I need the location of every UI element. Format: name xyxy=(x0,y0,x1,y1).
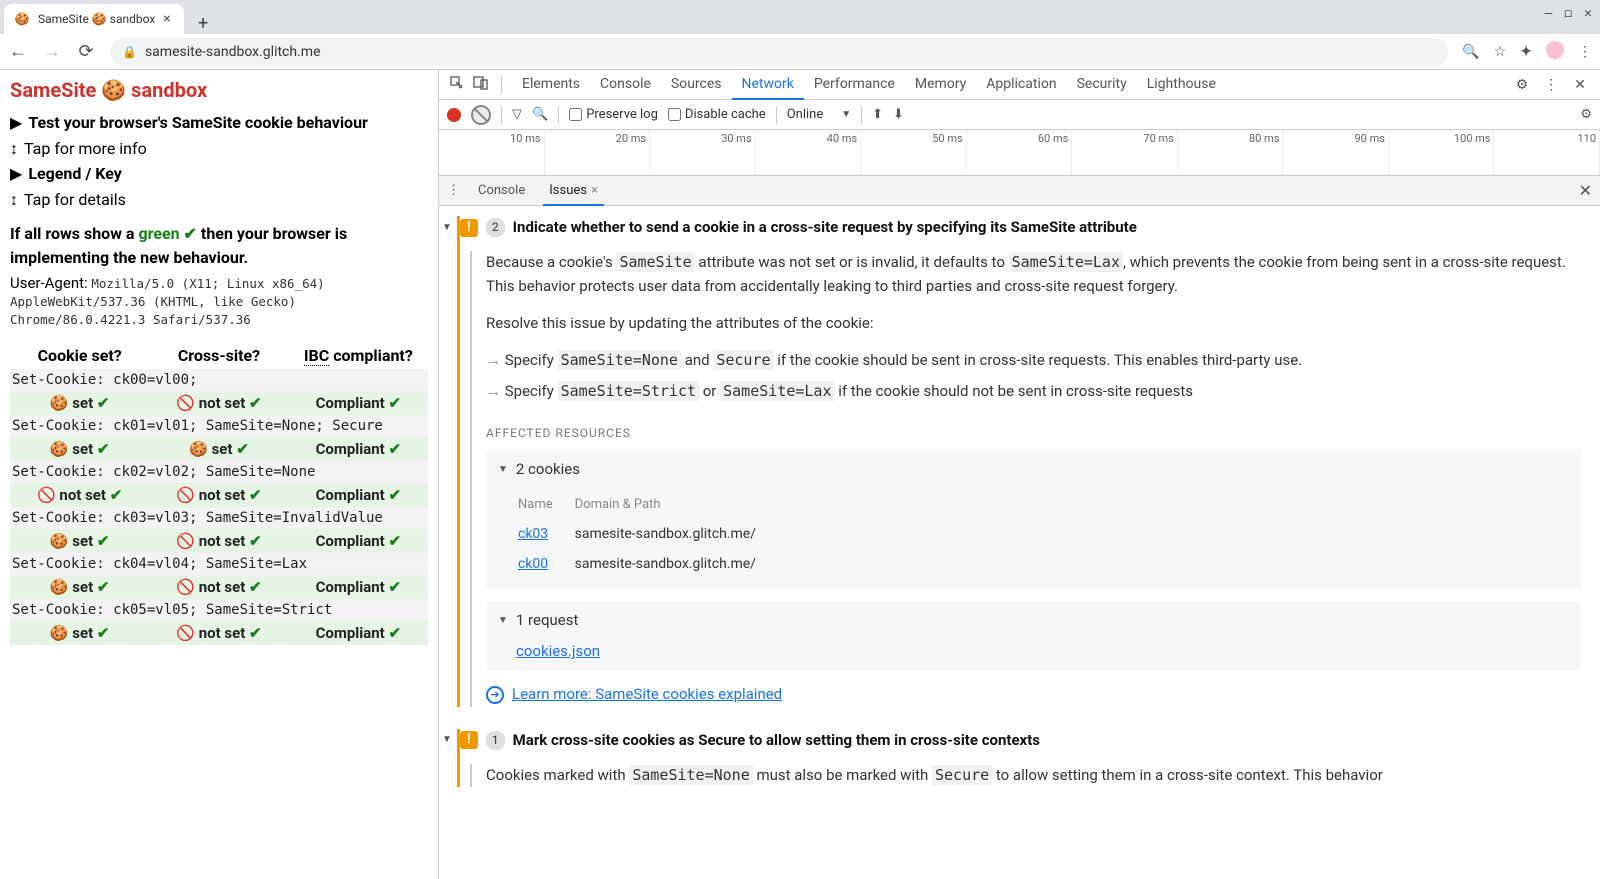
nav-item[interactable]: Test your browser's SameSite cookie beha… xyxy=(10,110,428,136)
inspect-icon[interactable] xyxy=(447,75,467,95)
tab-bar: 🍪 SameSite 🍪 sandbox × + — ◻ ✕ xyxy=(0,0,1600,34)
devtools-tab-elements[interactable]: Elements xyxy=(512,70,590,99)
set-cookie-header: Set-Cookie: ck00=vl00; xyxy=(10,369,428,391)
devtools-tab-sources[interactable]: Sources xyxy=(661,70,732,99)
url-text: samesite-sandbox.glitch.me xyxy=(145,44,321,60)
bookmark-icon[interactable]: ☆ xyxy=(1494,44,1507,60)
nav-item[interactable]: Legend / Key xyxy=(10,161,428,187)
devtools-tab-memory[interactable]: Memory xyxy=(905,70,976,99)
drawer-tab-console[interactable]: Console xyxy=(472,177,531,204)
tab-close-icon[interactable]: × xyxy=(163,11,170,27)
request-link[interactable]: cookies.json xyxy=(516,642,600,660)
set-cookie-header: Set-Cookie: ck03=vl03; SameSite=InvalidV… xyxy=(10,507,428,529)
address-bar: ← → ⟳ 🔒 samesite-sandbox.glitch.me 🔍 ☆ ✦… xyxy=(0,34,1600,70)
window-controls: — ◻ ✕ xyxy=(1545,6,1592,21)
col-ibc: IBC compliant? xyxy=(289,342,428,369)
affected-resources-heading: AFFECTED RESOURCES xyxy=(486,424,1582,443)
external-link-icon: ➔ xyxy=(486,686,504,704)
chevron-down-icon[interactable]: ▼ xyxy=(442,732,452,748)
cookie-link[interactable]: ck03 xyxy=(518,526,548,542)
tab-title: SameSite 🍪 sandbox xyxy=(38,12,155,26)
download-icon[interactable]: ⬇ xyxy=(893,107,904,122)
issue-count: 2 xyxy=(486,218,505,237)
profile-avatar[interactable] xyxy=(1546,41,1564,63)
close-icon[interactable]: × xyxy=(591,183,598,198)
url-field[interactable]: 🔒 samesite-sandbox.glitch.me xyxy=(110,38,1448,66)
set-cookie-header: Set-Cookie: ck01=vl01; SameSite=None; Se… xyxy=(10,415,428,437)
device-toggle-icon[interactable] xyxy=(471,75,491,95)
chevron-down-icon: ▼ xyxy=(841,109,851,120)
extensions-icon[interactable]: ✦ xyxy=(1520,44,1532,60)
issue-count: 1 xyxy=(486,731,505,750)
chevron-down-icon[interactable]: ▼ xyxy=(442,220,452,236)
devtools-tab-console[interactable]: Console xyxy=(590,70,661,99)
close-window-icon[interactable]: ✕ xyxy=(1584,6,1592,21)
set-cookie-header: Set-Cookie: ck04=vl04; SameSite=Lax xyxy=(10,553,428,575)
network-settings-icon[interactable]: ⚙ xyxy=(1580,107,1592,122)
forward-button[interactable]: → xyxy=(42,41,62,62)
learn-more-link[interactable]: Learn more: SameSite cookies explained xyxy=(512,683,782,706)
chevron-down-icon: ▼ xyxy=(498,613,508,629)
page-content: SameSite 🍪 sandbox Test your browser's S… xyxy=(0,70,438,879)
learn-more: ➔ Learn more: SameSite cookies explained xyxy=(486,683,1582,706)
more-icon[interactable]: ⋮ xyxy=(1538,77,1564,93)
set-cookie-header: Set-Cookie: ck05=vl05; SameSite=Strict xyxy=(10,599,428,621)
clear-button[interactable] xyxy=(471,105,491,125)
drawer-tabs: ⋮ Console Issues× ✕ xyxy=(439,176,1600,206)
minimize-icon[interactable]: — xyxy=(1545,6,1553,21)
browser-tab[interactable]: 🍪 SameSite 🍪 sandbox × xyxy=(4,4,184,34)
preserve-log-checkbox[interactable]: Preserve log xyxy=(569,107,658,122)
maximize-icon[interactable]: ◻ xyxy=(1564,6,1572,21)
cookies-expander: ▼2 cookies NameDomain & Path ck03samesit… xyxy=(486,450,1582,589)
page-title: SameSite 🍪 sandbox xyxy=(10,78,428,102)
upload-icon[interactable]: ⬆ xyxy=(872,107,883,122)
cookie-icon: 🍪 xyxy=(14,11,30,27)
devtools-tab-application[interactable]: Application xyxy=(976,70,1066,99)
zoom-icon[interactable]: 🔍 xyxy=(1462,44,1479,60)
issue-item: ▼ ! 1 Mark cross-site cookies as Secure … xyxy=(457,729,1582,788)
issues-panel: ▼ ! 2 Indicate whether to send a cookie … xyxy=(439,206,1600,879)
back-button[interactable]: ← xyxy=(8,41,28,62)
drawer-close-icon[interactable]: ✕ xyxy=(1579,181,1592,200)
issue-item: ▼ ! 2 Indicate whether to send a cookie … xyxy=(457,216,1582,707)
reload-button[interactable]: ⟳ xyxy=(76,41,96,62)
new-tab-button[interactable]: + xyxy=(198,13,208,34)
devtools-tab-performance[interactable]: Performance xyxy=(804,70,905,99)
drawer-menu-icon[interactable]: ⋮ xyxy=(447,183,460,198)
nav-item[interactable]: Tap for more info xyxy=(10,136,428,162)
intro-text: If all rows show a green ✔ then your bro… xyxy=(10,222,428,270)
settings-icon[interactable]: ⚙ xyxy=(1510,77,1535,93)
devtools-tab-security[interactable]: Security xyxy=(1067,70,1137,99)
drawer-tab-issues[interactable]: Issues× xyxy=(543,177,604,206)
warning-icon: ! xyxy=(460,219,478,237)
devtools-tab-lighthouse[interactable]: Lighthouse xyxy=(1137,70,1226,99)
issue-description: Cookies marked with SameSite=None must a… xyxy=(486,764,1582,787)
chevron-down-icon: ▼ xyxy=(498,462,508,478)
menu-icon[interactable]: ⋮ xyxy=(1578,44,1592,60)
set-cookie-header: Set-Cookie: ck02=vl02; SameSite=None xyxy=(10,461,428,483)
nav-item[interactable]: Tap for details xyxy=(10,187,428,213)
search-icon[interactable]: 🔍 xyxy=(532,107,548,122)
devtools-close-icon[interactable]: ✕ xyxy=(1568,77,1592,93)
devtools-tab-network[interactable]: Network xyxy=(732,70,804,100)
user-agent: User-Agent: Mozilla/5.0 (X11; Linux x86_… xyxy=(10,274,428,328)
cookie-link[interactable]: ck00 xyxy=(518,556,548,572)
issue-title: Indicate whether to send a cookie in a c… xyxy=(513,216,1137,239)
throttling-select[interactable]: Online▼ xyxy=(787,107,851,122)
filter-icon[interactable]: ▽ xyxy=(512,107,522,122)
issue-title: Mark cross-site cookies as Secure to all… xyxy=(513,729,1040,752)
requests-expander: ▼1 request cookies.json xyxy=(486,601,1582,672)
lock-icon: 🔒 xyxy=(122,45,137,59)
col-cookie-set: Cookie set? xyxy=(10,342,149,369)
devtools-panel: ElementsConsoleSourcesNetworkPerformance… xyxy=(438,70,1600,879)
disable-cache-checkbox[interactable]: Disable cache xyxy=(668,107,766,122)
col-cross-site: Cross-site? xyxy=(149,342,288,369)
issue-description: Because a cookie's SameSite attribute wa… xyxy=(486,251,1582,298)
network-timeline[interactable]: 10 ms20 ms30 ms40 ms50 ms60 ms70 ms80 ms… xyxy=(439,130,1600,176)
cookie-table: Cookie set? Cross-site? IBC compliant? S… xyxy=(10,342,428,645)
devtools-tabs: ElementsConsoleSourcesNetworkPerformance… xyxy=(439,70,1600,100)
network-toolbar: ▽ 🔍 Preserve log Disable cache Online▼ ⬆… xyxy=(439,100,1600,130)
record-button[interactable] xyxy=(447,108,461,122)
warning-icon: ! xyxy=(460,731,478,749)
